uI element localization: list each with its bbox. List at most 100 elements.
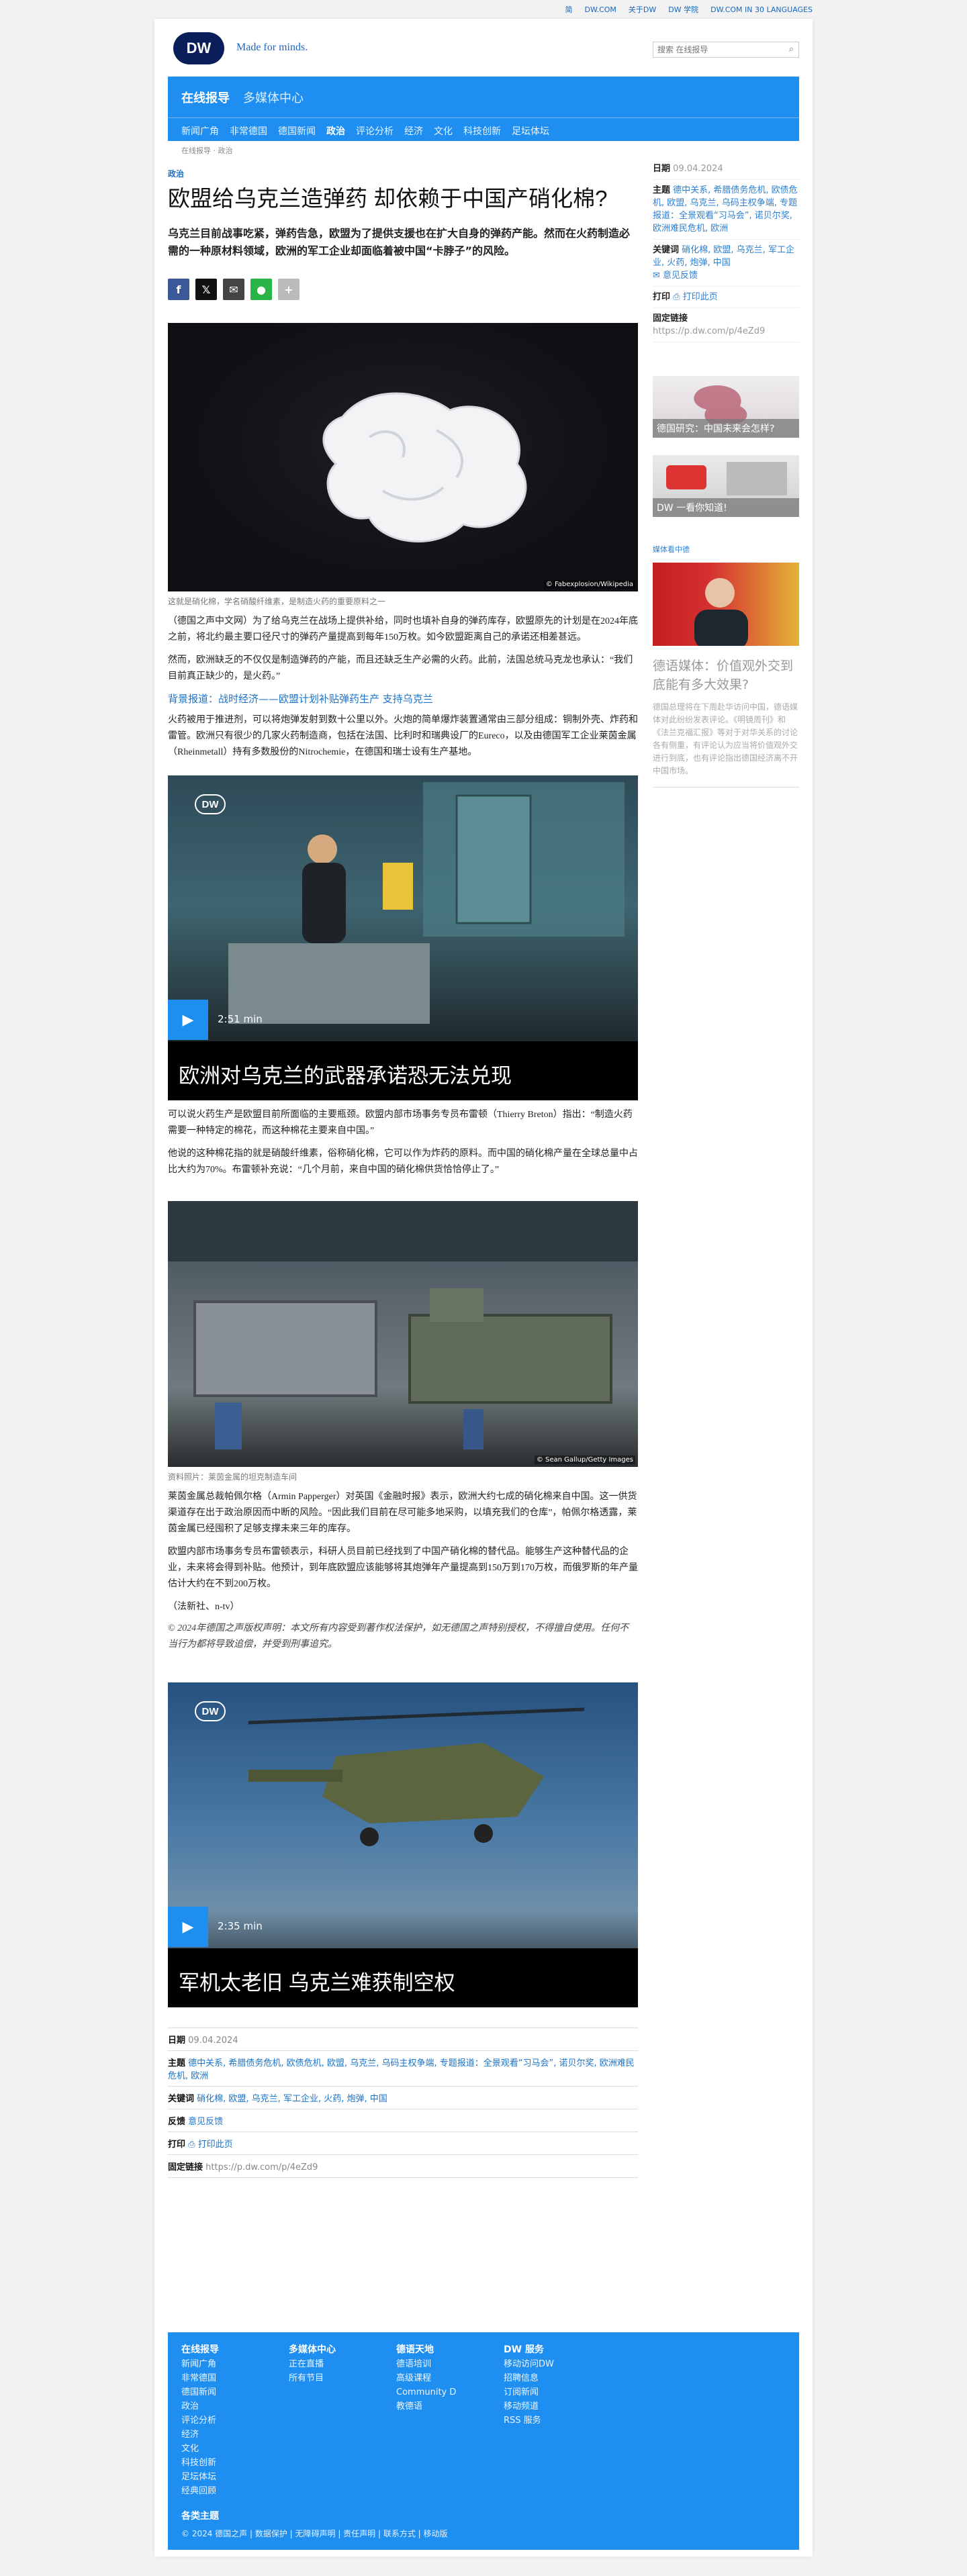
- side-story-title[interactable]: 德语媒体：价值观外交到底能有多大效果?: [653, 657, 799, 694]
- nav-economy[interactable]: 经济: [404, 124, 423, 138]
- related-link[interactable]: 背景报道：战时经济——欧盟计划补贴弹药生产 支持乌克兰: [168, 691, 638, 706]
- nav-politics[interactable]: 政治: [326, 124, 345, 138]
- meta-feedback-label: 反馈: [168, 2117, 186, 2127]
- meta-topics[interactable]: 德中关系, 希腊债务危机, 欧债危机, 欧盟, 乌克兰, 乌码主权争端, 专题报…: [168, 2058, 635, 2081]
- video-title[interactable]: 欧洲对乌克兰的武器承诺恐无法兑现: [168, 1041, 638, 1100]
- dw-academy-link[interactable]: DW 学院: [668, 4, 698, 15]
- media-center-tab[interactable]: 多媒体中心: [243, 89, 304, 106]
- languages-link[interactable]: DW.COM IN 30 LANGUAGES: [710, 5, 813, 14]
- footer-topics-link[interactable]: 各类主题: [181, 2509, 786, 2522]
- footer-link[interactable]: Community D: [396, 2385, 463, 2399]
- copyright-notice: © 2024年德国之声版权声明：本文所有内容受到著作权法保护，如无德国之声特别授…: [168, 1623, 629, 1650]
- nav-sports[interactable]: 足坛体坛: [512, 124, 549, 138]
- article-kicker[interactable]: 政治: [168, 168, 638, 179]
- footer-col-title[interactable]: 在线报导: [181, 2343, 248, 2357]
- side-keywords-label: 关键词: [653, 245, 680, 255]
- feedback-link[interactable]: 意见反馈: [188, 2117, 223, 2127]
- side-date: 09.04.2024: [673, 164, 723, 174]
- footer-col-title[interactable]: 多媒体中心: [289, 2343, 356, 2357]
- tank-factory-illustration: [168, 1201, 638, 1449]
- footer-link[interactable]: 正在直播: [289, 2357, 356, 2371]
- feedback-icon: ✉: [653, 271, 660, 281]
- footer-link[interactable]: 新闻广角: [181, 2357, 248, 2371]
- footer-link[interactable]: 所有节目: [289, 2371, 356, 2385]
- paragraph: 火药被用于推进剂，可以将炮弹发射到数十公里以外。火炮的简单爆炸装置通常由三部分组…: [168, 715, 638, 757]
- photo-caption: 资料照片：莱茵金属的坦克制造车间: [168, 1472, 297, 1482]
- nav-german-news[interactable]: 德国新闻: [278, 124, 316, 138]
- meta-topics-label: 主题: [168, 2058, 186, 2068]
- nav-culture[interactable]: 文化: [434, 124, 453, 138]
- footer-copyright[interactable]: © 2024 德国之声 | 数据保护 | 无障碍声明 | 责任声明 | 联系方式…: [181, 2528, 448, 2539]
- page-container: DW Made for minds. ⌕ 在线报导 多媒体中心 新闻广角 非常德…: [154, 19, 813, 2557]
- side-feedback-link[interactable]: 意见反馈: [663, 271, 698, 281]
- media-section-label[interactable]: 媒体看中德: [653, 544, 799, 555]
- footer-link[interactable]: RSS 服务: [504, 2414, 571, 2428]
- nav-commentary[interactable]: 评论分析: [356, 124, 394, 138]
- footer-link[interactable]: 政治: [181, 2399, 248, 2414]
- meta-link-label: 固定链接: [168, 2162, 203, 2173]
- footer-col-services: DW 服务 移动访问DW 招聘信息 订阅新闻 移动频道 RSS 服务: [504, 2343, 571, 2498]
- meta-date: 09.04.2024: [188, 2036, 238, 2046]
- teaser-label: DW 一看你知道!: [653, 498, 799, 517]
- footer-link[interactable]: 德语培训: [396, 2357, 463, 2371]
- article-meta: 日期 09.04.2024 主题 德中关系, 希腊债务危机, 欧债危机, 欧盟,…: [168, 2028, 638, 2178]
- footer-link[interactable]: 文化: [181, 2442, 248, 2456]
- footer-link[interactable]: 足坛体坛: [181, 2470, 248, 2484]
- teaser-dragon[interactable]: 德国研究：中国未来会怎样?: [653, 376, 799, 438]
- footer-link[interactable]: 经济: [181, 2428, 248, 2442]
- side-link-label: 固定链接: [653, 314, 688, 324]
- print-link[interactable]: 打印此页: [198, 2140, 233, 2150]
- footer-link[interactable]: 移动访问DW: [504, 2357, 571, 2371]
- footer-link[interactable]: 订阅新闻: [504, 2385, 571, 2399]
- about-dw-link[interactable]: 关于DW: [629, 4, 656, 15]
- permalink[interactable]: https://p.dw.com/p/4eZd9: [205, 2162, 318, 2173]
- dw-com-link[interactable]: DW.COM: [585, 5, 616, 14]
- search-icon[interactable]: ⌕: [789, 44, 794, 54]
- footer-link[interactable]: 德国新闻: [181, 2385, 248, 2399]
- teaser-dw[interactable]: DW 一看你知道!: [653, 455, 799, 517]
- video-player[interactable]: DW ▶ 2:51 min 欧洲对乌克兰的武器承诺恐无法兑现: [168, 775, 638, 1100]
- side-print-link[interactable]: 打印此页: [683, 292, 718, 302]
- more-share-icon[interactable]: +: [278, 279, 300, 300]
- video-title[interactable]: 军机太老旧 乌克兰难获制空权: [168, 1948, 638, 2007]
- meta-keywords[interactable]: 硝化棉, 欧盟, 乌克兰, 军工企业, 火药, 炮弹, 中国: [197, 2094, 387, 2104]
- paragraph: 莱茵金属总裁帕佩尔格（Armin Papperger）对英国《金融时报》表示，欧…: [168, 1492, 637, 1534]
- play-button[interactable]: ▶: [168, 1907, 208, 1947]
- footer-col-title[interactable]: 德语天地: [396, 2343, 463, 2357]
- teaser-chancellor[interactable]: [653, 563, 799, 646]
- footer-link[interactable]: 移动频道: [504, 2399, 571, 2414]
- side-print-label: 打印: [653, 292, 671, 302]
- video-player[interactable]: DW ▶ 2:35 min 军机太老旧 乌克兰难获制空权: [168, 1682, 638, 2007]
- side-permalink[interactable]: https://p.dw.com/p/4eZd9: [653, 326, 765, 336]
- play-button[interactable]: ▶: [168, 1000, 208, 1040]
- footer-link[interactable]: 评论分析: [181, 2414, 248, 2428]
- facebook-icon[interactable]: f: [168, 279, 189, 300]
- lang-simplified-link[interactable]: 简: [565, 4, 573, 15]
- online-reports-tab[interactable]: 在线报导: [181, 89, 230, 106]
- dw-logo[interactable]: DW: [173, 32, 224, 64]
- search-input[interactable]: [653, 42, 799, 58]
- nav-news[interactable]: 新闻广角: [181, 124, 219, 138]
- nav-tech[interactable]: 科技创新: [463, 124, 501, 138]
- footer-col-online: 在线报导 新闻广角 非常德国 德国新闻 政治 评论分析 经济 文化 科技创新 足…: [181, 2343, 248, 2498]
- side-date-label: 日期: [653, 164, 671, 174]
- site-footer: 在线报导 新闻广角 非常德国 德国新闻 政治 评论分析 经济 文化 科技创新 足…: [168, 2332, 799, 2550]
- footer-link[interactable]: 经典回顾: [181, 2484, 248, 2498]
- line-icon[interactable]: ●: [250, 279, 272, 300]
- meta-date-label: 日期: [168, 2036, 186, 2046]
- x-icon[interactable]: 𝕏: [195, 279, 217, 300]
- footer-col-title[interactable]: DW 服务: [504, 2343, 571, 2357]
- nav-germany[interactable]: 非常德国: [230, 124, 267, 138]
- meta-print-label: 打印: [168, 2140, 186, 2150]
- footer-col-german: 德语天地 德语培训 高级课程 Community D 教德语: [396, 2343, 463, 2498]
- sidebar: 日期 09.04.2024 主题 德中关系, 希腊债务危机, 欧债危机, 欧盟,…: [653, 158, 799, 788]
- footer-link[interactable]: 非常德国: [181, 2371, 248, 2385]
- breadcrumb[interactable]: 在线报导 · 政治: [181, 145, 233, 156]
- paragraph: 欧盟内部市场事务专员布雷顿表示，科研人员目前已经找到了中国产硝化棉的替代品。能够…: [168, 1547, 638, 1589]
- email-icon[interactable]: ✉: [223, 279, 244, 300]
- footer-link[interactable]: 高级课程: [396, 2371, 463, 2385]
- footer-link[interactable]: 科技创新: [181, 2456, 248, 2470]
- footer-link[interactable]: 教德语: [396, 2399, 463, 2414]
- side-topics[interactable]: 德中关系, 希腊债务危机, 欧债危机, 欧盟, 乌克兰, 乌码主权争端, 专题报…: [653, 185, 798, 234]
- footer-link[interactable]: 招聘信息: [504, 2371, 571, 2385]
